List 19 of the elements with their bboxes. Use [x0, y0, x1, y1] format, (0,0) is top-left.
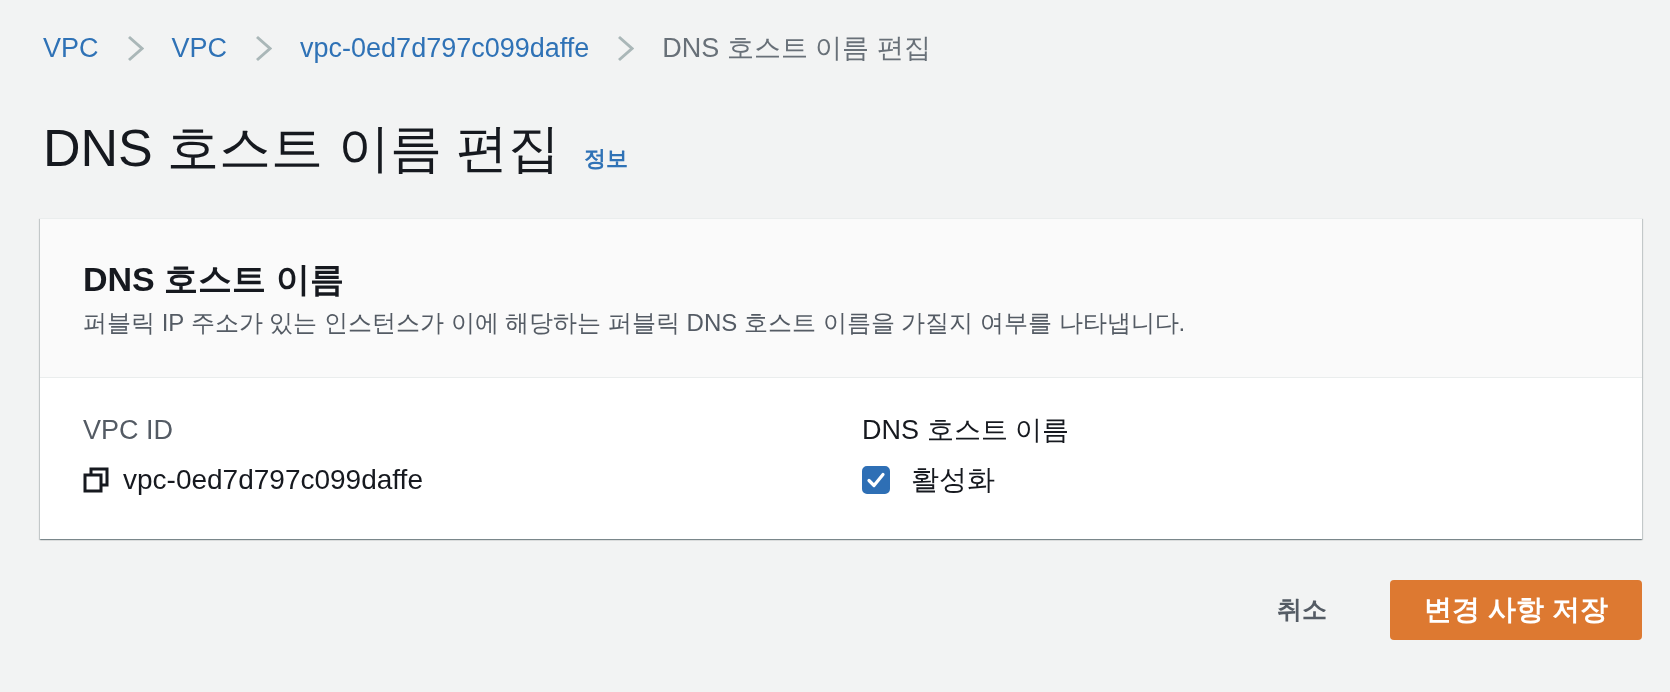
save-button[interactable]: 변경 사항 저장 — [1390, 579, 1642, 640]
chevron-right-icon — [126, 34, 144, 62]
breadcrumb-link[interactable]: vpc-0ed7d797c099daffe — [300, 32, 590, 64]
breadcrumb-link[interactable]: VPC — [43, 32, 99, 64]
panel-title: DNS 호스트 이름 — [83, 259, 345, 299]
info-link[interactable]: 정보 — [584, 144, 629, 174]
checkbox[interactable] — [862, 466, 890, 494]
field-label: VPC ID — [83, 414, 175, 446]
checkbox-label[interactable]: 활성화 — [911, 464, 995, 496]
chevron-right-icon — [617, 34, 635, 62]
page-title: DNS 호스트 이름 편집 — [43, 118, 561, 178]
chevron-right-icon — [255, 34, 273, 62]
copy-icon[interactable] — [83, 467, 109, 493]
breadcrumb-link[interactable]: VPC — [171, 32, 228, 64]
panel-description: 퍼블릭 IP 주소가 있는 인스턴스가 이에 해당하는 퍼블릭 DNS 호스트 이름을 가질지 여부를 나타냅니다. — [83, 308, 1187, 338]
field-value: vpc-0ed7d797c099daffe — [123, 464, 423, 496]
field-label: DNS 호스트 이름 — [862, 414, 1070, 446]
cancel-button[interactable]: 취소 — [1257, 579, 1348, 640]
breadcrumb-current: DNS 호스트 이름 편집 — [662, 32, 931, 64]
